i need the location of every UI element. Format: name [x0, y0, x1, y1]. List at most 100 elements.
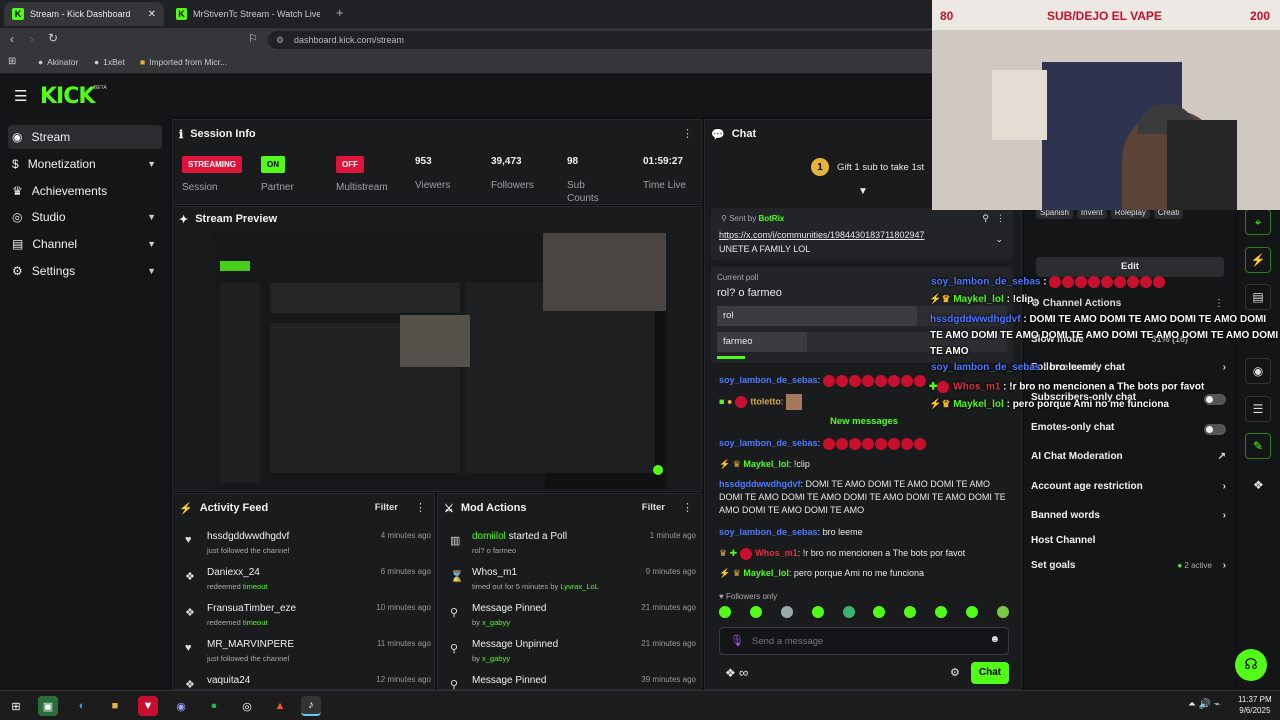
ai-moderation-row[interactable]: AI Chat Moderation ↗ [1031, 451, 1226, 467]
bookmark-icon[interactable]: ⚐ [248, 32, 258, 45]
kebab-menu-icon[interactable]: ⋮ [682, 501, 693, 514]
back-icon[interactable]: ‹ [10, 32, 14, 46]
banned-words-row[interactable]: Banned words › [1031, 510, 1226, 526]
emote-icon[interactable] [842, 606, 855, 618]
browser-tab-dashboard[interactable]: K Stream - Kick Dashboard ✕ [4, 2, 164, 26]
file-explorer-icon[interactable]: ■ [105, 696, 125, 716]
pin-icon[interactable]: ⚲ [982, 213, 989, 224]
account-age-row[interactable]: Account age restriction › [1031, 481, 1226, 497]
chat-username[interactable]: soy_lambon_de_sebas [719, 438, 818, 448]
sidebar-item-channel[interactable]: ▤ Channel ▼ [8, 232, 162, 256]
pinned-bot-name[interactable]: BotRix [758, 214, 784, 223]
host-channel-row[interactable]: Host Channel [1031, 535, 1226, 551]
emotes-only-row[interactable]: Emotes-only chat [1031, 422, 1226, 438]
kebab-menu-icon[interactable]: ⋮ [682, 127, 693, 140]
bookmark-1xbet[interactable]: ● 1xBet [94, 57, 125, 67]
fullscreen-icon[interactable]: ⌖ [1245, 209, 1271, 235]
sidebar-item-achievements[interactable]: ♛ Achievements [8, 179, 162, 203]
chat-username[interactable]: Maykel_lol [743, 568, 789, 578]
emote-icon[interactable] [719, 606, 731, 618]
emote-icon[interactable] [996, 606, 1009, 618]
emote-icon[interactable] [935, 606, 948, 618]
windows-start-icon[interactable]: ⊞ [6, 696, 26, 716]
emoji-picker-icon[interactable]: ☻ [989, 634, 1000, 645]
mod-user[interactable]: x_gabyy [482, 654, 510, 663]
edge-browser-icon[interactable]: ◐ [72, 696, 92, 716]
wrench-icon[interactable]: ✎ [1245, 433, 1271, 459]
kebab-menu-icon[interactable]: ⋮ [996, 213, 1005, 224]
url-field[interactable]: ⚙ dashboard.kick.com/stream [268, 31, 948, 49]
site-info-icon[interactable]: ⚙ [276, 31, 284, 49]
emote-icon[interactable] [749, 606, 762, 618]
browser-tab-watch[interactable]: K MrStivenTc Stream - Watch Live on K [168, 2, 328, 26]
broadcast-icon[interactable]: ◉ [1245, 358, 1271, 384]
obs-icon[interactable]: ◎ [237, 696, 257, 716]
spotify-icon[interactable]: ● [204, 696, 224, 716]
reload-icon[interactable]: ↻ [48, 31, 58, 45]
emote-icon[interactable] [811, 606, 824, 618]
emote-icon[interactable] [780, 606, 793, 618]
new-messages-divider[interactable]: New messages [713, 416, 1015, 430]
chat-username[interactable]: Maykel_lol [743, 459, 789, 469]
list-icon[interactable]: ☰ [1245, 396, 1271, 422]
apps-grid-icon[interactable]: ⊞ [8, 56, 16, 67]
subscribers-only-toggle[interactable] [1204, 394, 1226, 405]
activity-user[interactable]: vaquita24 [207, 675, 250, 686]
chat-username[interactable]: soy_lambon_de_sebas [719, 375, 818, 385]
new-tab-icon[interactable]: + [336, 5, 344, 20]
brave-icon[interactable]: ▲ [270, 696, 290, 716]
close-tab-icon[interactable]: ✕ [148, 9, 156, 20]
chevron-down-icon[interactable]: ▼ [858, 186, 868, 197]
chat-send-button[interactable]: Chat [971, 662, 1009, 684]
mod-action-title[interactable]: Whos_m1 [472, 567, 517, 578]
emote-icon[interactable] [873, 606, 886, 618]
emote-icon[interactable] [966, 606, 978, 618]
chat-settings-gear-icon[interactable]: ⚙ [950, 666, 960, 679]
tiktok-icon[interactable]: ♪ [301, 696, 321, 716]
bolt-icon[interactable]: ⚡ [1245, 247, 1271, 273]
activity-user[interactable]: hssdgddwwdhgdvf [207, 531, 289, 542]
chat-username[interactable]: ttoletto [750, 396, 781, 406]
chat-username[interactable]: hssdgddwwdhgdvf [719, 479, 801, 489]
support-headset-icon[interactable]: ☊ [1235, 649, 1267, 681]
sidebar-item-stream[interactable]: ◉ Stream [8, 125, 162, 149]
system-tray-icons[interactable]: ⏶ 🔊 ⌁ [1188, 699, 1220, 710]
emotes-only-toggle[interactable] [1204, 424, 1226, 435]
activity-user[interactable]: MR_MARVINPERE [207, 639, 294, 650]
kick-emote-icon[interactable]: ❖ [1253, 478, 1264, 492]
bookmark-akinator[interactable]: ● Akinator [38, 57, 78, 67]
emote-icon[interactable] [904, 606, 917, 618]
chat-input-box[interactable]: 🎙 ☻ [719, 627, 1009, 655]
pinned-link[interactable]: https://x.com/i/communities/198443018371… [719, 230, 924, 240]
hamburger-menu-icon[interactable]: ☰ [14, 87, 27, 105]
microphone-icon[interactable]: 🎙 [730, 634, 744, 647]
sidebar-item-settings[interactable]: ⚙ Settings ▼ [8, 259, 162, 283]
chat-username[interactable]: Whos_m1 [755, 548, 798, 558]
chat-username[interactable]: soy_lambon_de_sebas [719, 527, 818, 537]
kebab-menu-icon[interactable]: ⋮ [1214, 298, 1224, 309]
kick-emote-icon[interactable]: ❖ [725, 666, 736, 680]
activity-user[interactable]: FransuaTimber_eze [207, 603, 296, 614]
taskbar-clock[interactable]: 11:37 PM 9/6/2025 [1238, 694, 1272, 716]
bookmark-imported[interactable]: ■ Imported from Micr... [140, 57, 227, 67]
edit-stream-info-button[interactable]: Edit [1036, 257, 1224, 277]
mod-user[interactable]: x_gabyy [482, 618, 510, 627]
mod-user[interactable]: Lyvrax_LoL [560, 582, 599, 591]
mod-user[interactable]: domiilol [472, 531, 506, 542]
forward-icon[interactable]: › [30, 32, 34, 46]
kebab-menu-icon[interactable]: ⋮ [415, 501, 426, 514]
clipboard-icon[interactable]: ▤ [1245, 284, 1271, 310]
set-goals-row[interactable]: Set goals ● 2 active › [1031, 560, 1226, 576]
activity-user[interactable]: Daniexx_24 [207, 567, 260, 578]
activity-filter-button[interactable]: Filter [375, 502, 398, 513]
chevron-down-icon[interactable]: ⌄ [995, 234, 1003, 245]
app-icon[interactable]: ▼ [138, 696, 158, 716]
sidebar-item-studio[interactable]: ◎ Studio ▼ [8, 205, 162, 229]
chat-message-input[interactable] [752, 633, 972, 649]
sidebar-item-monetization[interactable]: $ Monetization ▼ [8, 152, 162, 176]
gift-sub-banner[interactable]: 1 Gift 1 sub to take 1st [811, 158, 924, 176]
discord-icon[interactable]: ◉ [171, 696, 191, 716]
terminal-icon[interactable]: ▣ [38, 696, 58, 716]
stream-preview-video[interactable] [210, 233, 666, 489]
infinity-icon[interactable]: ∞ [739, 665, 748, 680]
